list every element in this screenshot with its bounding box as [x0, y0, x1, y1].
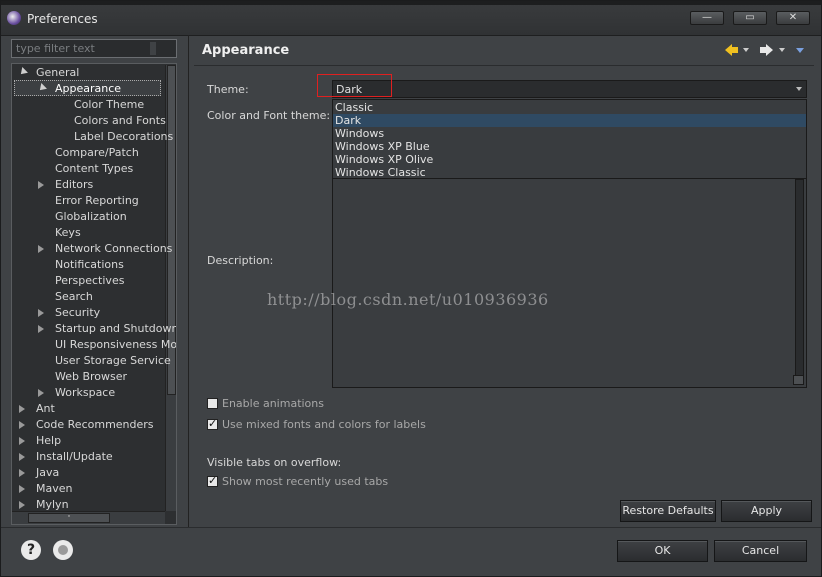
- tree-item[interactable]: Globalization: [55, 209, 127, 225]
- tree-item[interactable]: Ant: [36, 401, 55, 417]
- tree-item[interactable]: Startup and Shutdown: [55, 321, 176, 337]
- title-bar[interactable]: Preferences — ▭ ✕: [1, 1, 821, 36]
- enable-animations-label[interactable]: Enable animations: [222, 397, 324, 410]
- collapsed-triangle-icon[interactable]: [19, 453, 25, 461]
- watermark-text: http://blog.csdn.net/u010936936: [267, 290, 549, 309]
- tree-item[interactable]: Mylyn: [36, 497, 69, 513]
- list-scrollbar-track[interactable]: [795, 179, 804, 385]
- theme-option[interactable]: Windows Classic: [333, 166, 806, 179]
- view-menu-icon[interactable]: [796, 48, 804, 53]
- filter-input[interactable]: type filter text: [11, 39, 177, 58]
- collapsed-triangle-icon[interactable]: [38, 309, 44, 317]
- tree-item[interactable]: Label Decorations: [74, 129, 173, 145]
- theme-option[interactable]: Windows XP Blue: [333, 140, 806, 153]
- collapsed-triangle-icon[interactable]: [19, 469, 25, 477]
- sash-divider[interactable]: [188, 35, 189, 527]
- page-title: Appearance: [202, 43, 290, 58]
- tree-item[interactable]: Security: [55, 305, 100, 321]
- collapsed-triangle-icon[interactable]: [38, 245, 44, 253]
- collapsed-triangle-icon[interactable]: [19, 421, 25, 429]
- eclipse-app-icon: [7, 11, 21, 25]
- theme-dropdown-list[interactable]: Classic Dark Windows Windows XP Blue Windows…: [332, 99, 807, 179]
- tree-item[interactable]: User Storage Service: [55, 353, 171, 369]
- forward-arrow-icon[interactable]: [760, 44, 773, 56]
- close-button[interactable]: ✕: [776, 11, 810, 25]
- filter-placeholder: type filter text: [16, 42, 95, 55]
- tree-item[interactable]: Notifications: [55, 257, 124, 273]
- theme-option[interactable]: Classic: [333, 101, 806, 114]
- expanded-triangle-icon[interactable]: [18, 67, 28, 77]
- enable-animations-checkbox[interactable]: [207, 398, 218, 409]
- tree-item[interactable]: Network Connections: [55, 241, 172, 257]
- tree-item[interactable]: Code Recommenders: [36, 417, 154, 433]
- collapsed-triangle-icon[interactable]: [19, 501, 25, 509]
- ok-button[interactable]: OK: [617, 540, 708, 562]
- tree-hscroll-thumb[interactable]: ": [28, 513, 110, 523]
- theme-label: Theme:: [207, 83, 249, 96]
- theme-option[interactable]: Dark: [333, 114, 806, 127]
- back-dropdown-icon[interactable]: [743, 48, 749, 52]
- collapsed-triangle-icon[interactable]: [19, 437, 25, 445]
- title-separator: [194, 65, 814, 66]
- window-title: Preferences: [27, 12, 98, 26]
- tree-item[interactable]: Workspace: [55, 385, 115, 401]
- tree-item[interactable]: Compare/Patch: [55, 145, 139, 161]
- tree-item[interactable]: General: [36, 65, 79, 81]
- tree-item[interactable]: Java: [36, 465, 59, 481]
- tree-item[interactable]: UI Responsiveness Monitoring: [55, 337, 176, 353]
- tree-item[interactable]: Editors: [55, 177, 93, 193]
- annotation-highlight-box: [317, 74, 392, 97]
- theme-option[interactable]: Windows XP Olive: [333, 153, 806, 166]
- tree-item[interactable]: Keys: [55, 225, 81, 241]
- tree-item[interactable]: Help: [36, 433, 61, 449]
- theme-combo[interactable]: Dark: [332, 80, 807, 98]
- description-label: Description:: [207, 254, 274, 267]
- tree-item[interactable]: Color Theme: [74, 97, 144, 113]
- collapsed-triangle-icon[interactable]: [38, 325, 44, 333]
- tree-item[interactable]: Perspectives: [55, 273, 124, 289]
- collapsed-triangle-icon[interactable]: [38, 389, 44, 397]
- back-arrow-icon[interactable]: [725, 44, 738, 56]
- list-scrollbar-thumb[interactable]: [793, 375, 804, 385]
- tree-item[interactable]: Install/Update: [36, 449, 113, 465]
- apply-button[interactable]: Apply: [721, 500, 812, 522]
- tree-item[interactable]: Appearance: [55, 81, 121, 97]
- maximize-button[interactable]: ▭: [733, 11, 767, 25]
- restore-defaults-button[interactable]: Restore Defaults: [620, 500, 716, 522]
- filter-clear-area: [150, 42, 156, 55]
- chevron-down-icon[interactable]: [796, 87, 802, 91]
- collapsed-triangle-icon[interactable]: [19, 485, 25, 493]
- tree-item[interactable]: Content Types: [55, 161, 133, 177]
- forward-dropdown-icon[interactable]: [779, 48, 785, 52]
- preferences-window: Preferences — ▭ ✕ type filter text " Gen…: [0, 0, 822, 577]
- tree-item[interactable]: Maven: [36, 481, 72, 497]
- tree-horizontal-scrollbar[interactable]: ": [12, 511, 165, 524]
- tree-item[interactable]: Search: [55, 289, 93, 305]
- tree-item[interactable]: Error Reporting: [55, 193, 139, 209]
- theme-option[interactable]: Windows: [333, 127, 806, 140]
- tree-item[interactable]: Web Browser: [55, 369, 127, 385]
- collapsed-triangle-icon[interactable]: [38, 181, 44, 189]
- color-font-theme-label: Color and Font theme:: [207, 109, 331, 122]
- cancel-button[interactable]: Cancel: [714, 540, 807, 562]
- visible-tabs-label: Visible tabs on overflow:: [207, 456, 342, 469]
- history-navigation[interactable]: [723, 41, 813, 59]
- mixed-fonts-label[interactable]: Use mixed fonts and colors for labels: [222, 418, 426, 431]
- preference-tree[interactable]: " General Appearance Color Theme Colors and…: [11, 63, 177, 525]
- tree-item[interactable]: Colors and Fonts: [74, 113, 166, 129]
- minimize-button[interactable]: —: [690, 11, 724, 25]
- footer-separator: [1, 527, 821, 528]
- top-strip: [1, 1, 821, 5]
- recent-tabs-label[interactable]: Show most recently used tabs: [222, 475, 388, 488]
- record-macro-icon[interactable]: [53, 540, 73, 560]
- mixed-fonts-checkbox[interactable]: [207, 417, 218, 430]
- help-icon[interactable]: ?: [21, 540, 41, 560]
- recent-tabs-checkbox[interactable]: [207, 474, 218, 487]
- collapsed-triangle-icon[interactable]: [19, 405, 25, 413]
